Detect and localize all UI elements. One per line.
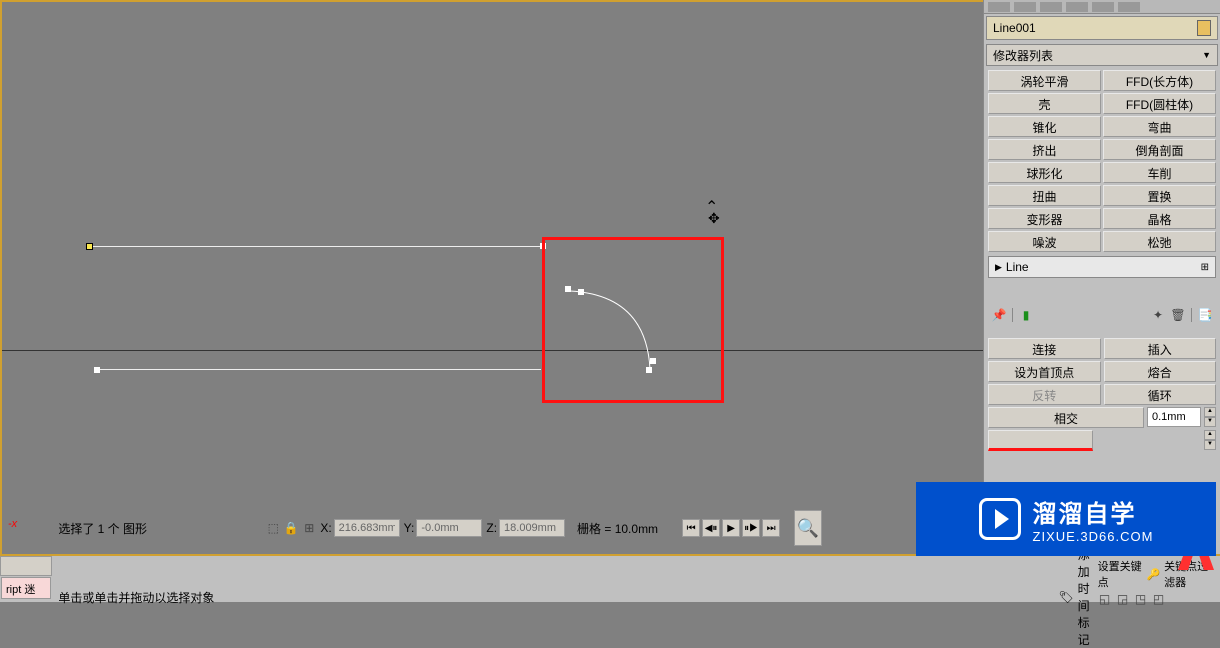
y-label: Y: bbox=[404, 521, 415, 535]
modifier-noise-button[interactable]: 噪波 bbox=[988, 231, 1101, 252]
modifier-dropdown-label: 修改器列表 bbox=[993, 47, 1053, 64]
x-coord-input[interactable] bbox=[334, 519, 400, 537]
panel-tabs bbox=[984, 0, 1220, 14]
spinner-down-icon[interactable]: ▼ bbox=[1204, 440, 1216, 450]
spinner-up-icon[interactable]: ▲ bbox=[1204, 430, 1216, 440]
move-cursor-icon: ✥ bbox=[708, 210, 720, 227]
time-controls: ⏮ ◀⏸ ▶ ⏸▶ ⏭ bbox=[674, 519, 788, 537]
curve-segment[interactable] bbox=[568, 287, 656, 375]
parameter-rollout: 连接 插入 设为首顶点 熔合 反转 循环 相交 ▲ ▼ bbox=[984, 326, 1220, 455]
curve-handle[interactable] bbox=[578, 289, 584, 295]
modifier-list-dropdown[interactable]: 修改器列表 ▼ bbox=[986, 44, 1218, 66]
modifier-twist-button[interactable]: 扭曲 bbox=[988, 185, 1101, 206]
viewport-nav-icon[interactable]: ◲ bbox=[1116, 592, 1130, 606]
motion-tab-icon[interactable] bbox=[1066, 2, 1088, 12]
modifier-morpher-button[interactable]: 变形器 bbox=[988, 208, 1101, 229]
lock-icon[interactable]: 🔒 bbox=[284, 521, 298, 535]
stack-item-label: Line bbox=[1006, 260, 1029, 274]
left-panel-button[interactable] bbox=[0, 556, 52, 576]
modifier-shell-button[interactable]: 壳 bbox=[988, 93, 1101, 114]
selection-lock-icon[interactable]: ⬚ bbox=[266, 521, 280, 535]
status-bar: ript 迷 选择了 1 个 图形 ⬚ 🔒 ⊞ X: Y: Z: bbox=[0, 554, 1220, 602]
goto-start-icon[interactable]: ⏮ bbox=[682, 519, 700, 537]
curve-handle[interactable] bbox=[650, 358, 656, 364]
create-tab-icon[interactable] bbox=[988, 2, 1010, 12]
stack-toolbar: 📌 ▮ ✦ 🗑 📑 bbox=[984, 304, 1220, 326]
fuse-button[interactable]: 熔合 bbox=[1104, 361, 1217, 382]
display-tab-icon[interactable] bbox=[1092, 2, 1114, 12]
axis-x-label: -x bbox=[8, 518, 17, 530]
configure-sets-icon[interactable]: 📑 bbox=[1198, 308, 1212, 322]
absolute-mode-icon[interactable]: ⊞ bbox=[302, 521, 316, 535]
vertex-handle[interactable] bbox=[94, 367, 100, 373]
modifier-relax-button[interactable]: 松弛 bbox=[1103, 231, 1216, 252]
pin-icon[interactable]: 📌 bbox=[992, 308, 1006, 322]
intersect-button[interactable]: 相交 bbox=[988, 407, 1144, 428]
show-result-icon[interactable]: ▮ bbox=[1019, 308, 1033, 322]
spline-segment-2[interactable] bbox=[96, 369, 541, 370]
utilities-tab-icon[interactable] bbox=[1118, 2, 1140, 12]
grid-size-label: 栅格 = 10.0mm bbox=[577, 520, 658, 537]
play-icon[interactable]: ▶ bbox=[722, 519, 740, 537]
viewport-nav-icon[interactable]: ◰ bbox=[1152, 592, 1166, 606]
intersect-value-input[interactable] bbox=[1147, 407, 1201, 427]
key-icon[interactable]: 🔑 bbox=[1146, 568, 1160, 581]
spinner-down-icon[interactable]: ▼ bbox=[1204, 417, 1216, 427]
modifier-bend-button[interactable]: 弯曲 bbox=[1103, 116, 1216, 137]
x-label: X: bbox=[320, 521, 331, 535]
modify-tab-icon[interactable] bbox=[1014, 2, 1036, 12]
z-label: Z: bbox=[486, 521, 497, 535]
modifier-extrude-button[interactable]: 挤出 bbox=[988, 139, 1101, 160]
z-coord-input[interactable] bbox=[499, 519, 565, 537]
modifier-ffd-box-button[interactable]: FFD(长方体) bbox=[1103, 70, 1216, 91]
selected-vertex[interactable] bbox=[86, 243, 93, 250]
object-color-swatch[interactable] bbox=[1197, 20, 1211, 36]
curve-vertex[interactable] bbox=[565, 286, 571, 292]
play-icon bbox=[979, 498, 1021, 540]
horizon-line bbox=[2, 350, 983, 351]
modifier-buttons-grid: 涡轮平滑 FFD(长方体) 壳 FFD(圆柱体) 锥化 弯曲 挤出 倒角剖面 球… bbox=[984, 68, 1220, 254]
watermark-url: ZIXUE.3D66.COM bbox=[1033, 529, 1154, 544]
reverse-button[interactable]: 反转 bbox=[988, 384, 1101, 405]
connect-button[interactable]: 连接 bbox=[988, 338, 1101, 359]
watermark-overlay: 溜溜自学 ZIXUE.3D66.COM bbox=[916, 482, 1216, 556]
modifier-spherify-button[interactable]: 球形化 bbox=[988, 162, 1101, 183]
zoom-icon[interactable]: 🔍 bbox=[794, 510, 822, 546]
curve-vertex[interactable] bbox=[646, 367, 652, 373]
cycle-button[interactable]: 循环 bbox=[1104, 384, 1217, 405]
stack-options-icon[interactable]: ⊞ bbox=[1201, 262, 1209, 273]
spline-segment-1[interactable] bbox=[93, 246, 543, 247]
modifier-lattice-button[interactable]: 晶格 bbox=[1103, 208, 1216, 229]
watermark-title: 溜溜自学 bbox=[1033, 494, 1154, 529]
object-name-field[interactable]: Line001 bbox=[986, 16, 1218, 40]
object-name-text: Line001 bbox=[993, 21, 1036, 35]
modifier-displace-button[interactable]: 置换 bbox=[1103, 185, 1216, 206]
selection-status: 选择了 1 个 图形 bbox=[58, 520, 258, 537]
set-first-vertex-button[interactable]: 设为首顶点 bbox=[988, 361, 1101, 382]
chevron-down-icon: ▼ bbox=[1202, 50, 1211, 60]
add-time-tag[interactable]: 添加时间标记 bbox=[1078, 546, 1090, 648]
modifier-lathe-button[interactable]: 车削 bbox=[1103, 162, 1216, 183]
prompt-text: 单击或单击并拖动以选择对象 bbox=[58, 589, 518, 606]
hierarchy-tab-icon[interactable] bbox=[1040, 2, 1062, 12]
modifier-stack[interactable]: ▶ Line ⊞ bbox=[988, 256, 1216, 278]
script-listener-button[interactable]: ript 迷 bbox=[1, 577, 51, 599]
spinner-up-icon[interactable]: ▲ bbox=[1204, 407, 1216, 417]
modifier-ffd-cyl-button[interactable]: FFD(圆柱体) bbox=[1103, 93, 1216, 114]
make-unique-icon[interactable]: ✦ bbox=[1151, 308, 1165, 322]
highlighted-param-button[interactable] bbox=[988, 430, 1093, 451]
modifier-turbosmooth-button[interactable]: 涡轮平滑 bbox=[988, 70, 1101, 91]
modifier-bevel-profile-button[interactable]: 倒角剖面 bbox=[1103, 139, 1216, 160]
remove-modifier-icon[interactable]: 🗑 bbox=[1171, 308, 1185, 322]
prev-frame-icon[interactable]: ◀⏸ bbox=[702, 519, 720, 537]
goto-end-icon[interactable]: ⏭ bbox=[762, 519, 780, 537]
viewport-nav-icon[interactable]: ◳ bbox=[1134, 592, 1148, 606]
set-key-button[interactable]: 设置关键点 bbox=[1098, 558, 1143, 590]
next-frame-icon[interactable]: ⏸▶ bbox=[742, 519, 760, 537]
viewport-nav-icon[interactable]: ◱ bbox=[1098, 592, 1112, 606]
insert-button[interactable]: 插入 bbox=[1104, 338, 1217, 359]
y-coord-input[interactable] bbox=[416, 519, 482, 537]
modifier-taper-button[interactable]: 锥化 bbox=[988, 116, 1101, 137]
expand-icon[interactable]: ▶ bbox=[995, 262, 1002, 273]
